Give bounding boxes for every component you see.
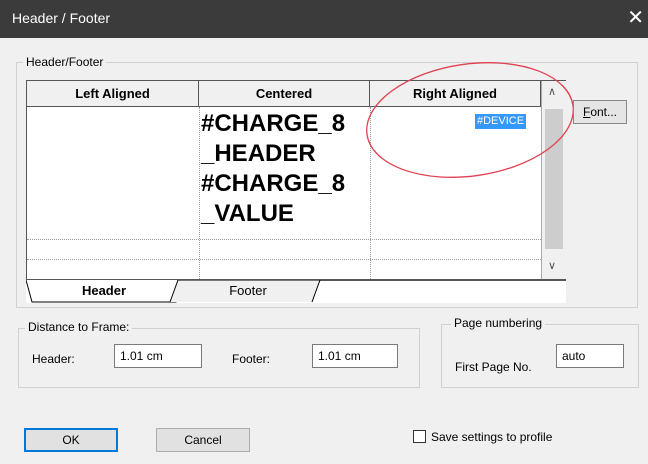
title-bar: Header / Footer ✕ bbox=[0, 0, 648, 38]
font-button[interactable]: Font... bbox=[573, 100, 627, 124]
save-settings-checkbox[interactable] bbox=[413, 430, 426, 443]
centered-line: #CHARGE_8 bbox=[201, 110, 346, 137]
cancel-button[interactable]: Cancel bbox=[156, 428, 250, 452]
save-settings-label[interactable]: Save settings to profile bbox=[431, 430, 552, 444]
distance-group-label: Distance to Frame: bbox=[25, 320, 133, 334]
cancel-button-label: Cancel bbox=[184, 433, 222, 447]
tab-header[interactable]: Header bbox=[34, 281, 174, 301]
font-button-label: Font... bbox=[582, 105, 618, 119]
centered-line: _VALUE bbox=[201, 200, 294, 227]
row-line bbox=[27, 239, 541, 240]
tab-strip: Header Footer bbox=[26, 280, 566, 303]
header-distance-label: Header: bbox=[32, 352, 75, 366]
header-distance-input[interactable] bbox=[114, 344, 202, 368]
row-line bbox=[27, 259, 541, 260]
tab-footer[interactable]: Footer bbox=[178, 281, 318, 301]
footer-distance-label: Footer: bbox=[232, 352, 271, 366]
centered-cell-text[interactable]: #CHARGE_8 _HEADER #CHARGE_8 _VALUE bbox=[201, 109, 373, 229]
page-numbering-label: Page numbering bbox=[451, 316, 546, 330]
centered-line: _HEADER bbox=[201, 140, 316, 167]
close-icon[interactable]: ✕ bbox=[627, 6, 644, 30]
annotation-ellipse bbox=[366, 62, 574, 178]
window-title: Header / Footer bbox=[12, 10, 111, 26]
header-footer-group-label: Header/Footer bbox=[23, 55, 107, 69]
centered-line: #CHARGE_8 bbox=[201, 170, 346, 197]
column-separator bbox=[199, 107, 200, 279]
ok-button[interactable]: OK bbox=[24, 428, 118, 452]
first-page-label: First Page No. bbox=[455, 360, 532, 374]
scroll-down-icon[interactable]: ∨ bbox=[548, 259, 556, 272]
tab-header-label: Header bbox=[81, 283, 127, 298]
first-page-input[interactable] bbox=[556, 344, 624, 368]
column-header-left: Left Aligned bbox=[27, 81, 199, 107]
column-header-centered: Centered bbox=[199, 81, 370, 107]
tab-footer-label: Footer bbox=[229, 283, 267, 298]
footer-distance-input[interactable] bbox=[312, 344, 398, 368]
ok-button-label: OK bbox=[62, 433, 80, 447]
